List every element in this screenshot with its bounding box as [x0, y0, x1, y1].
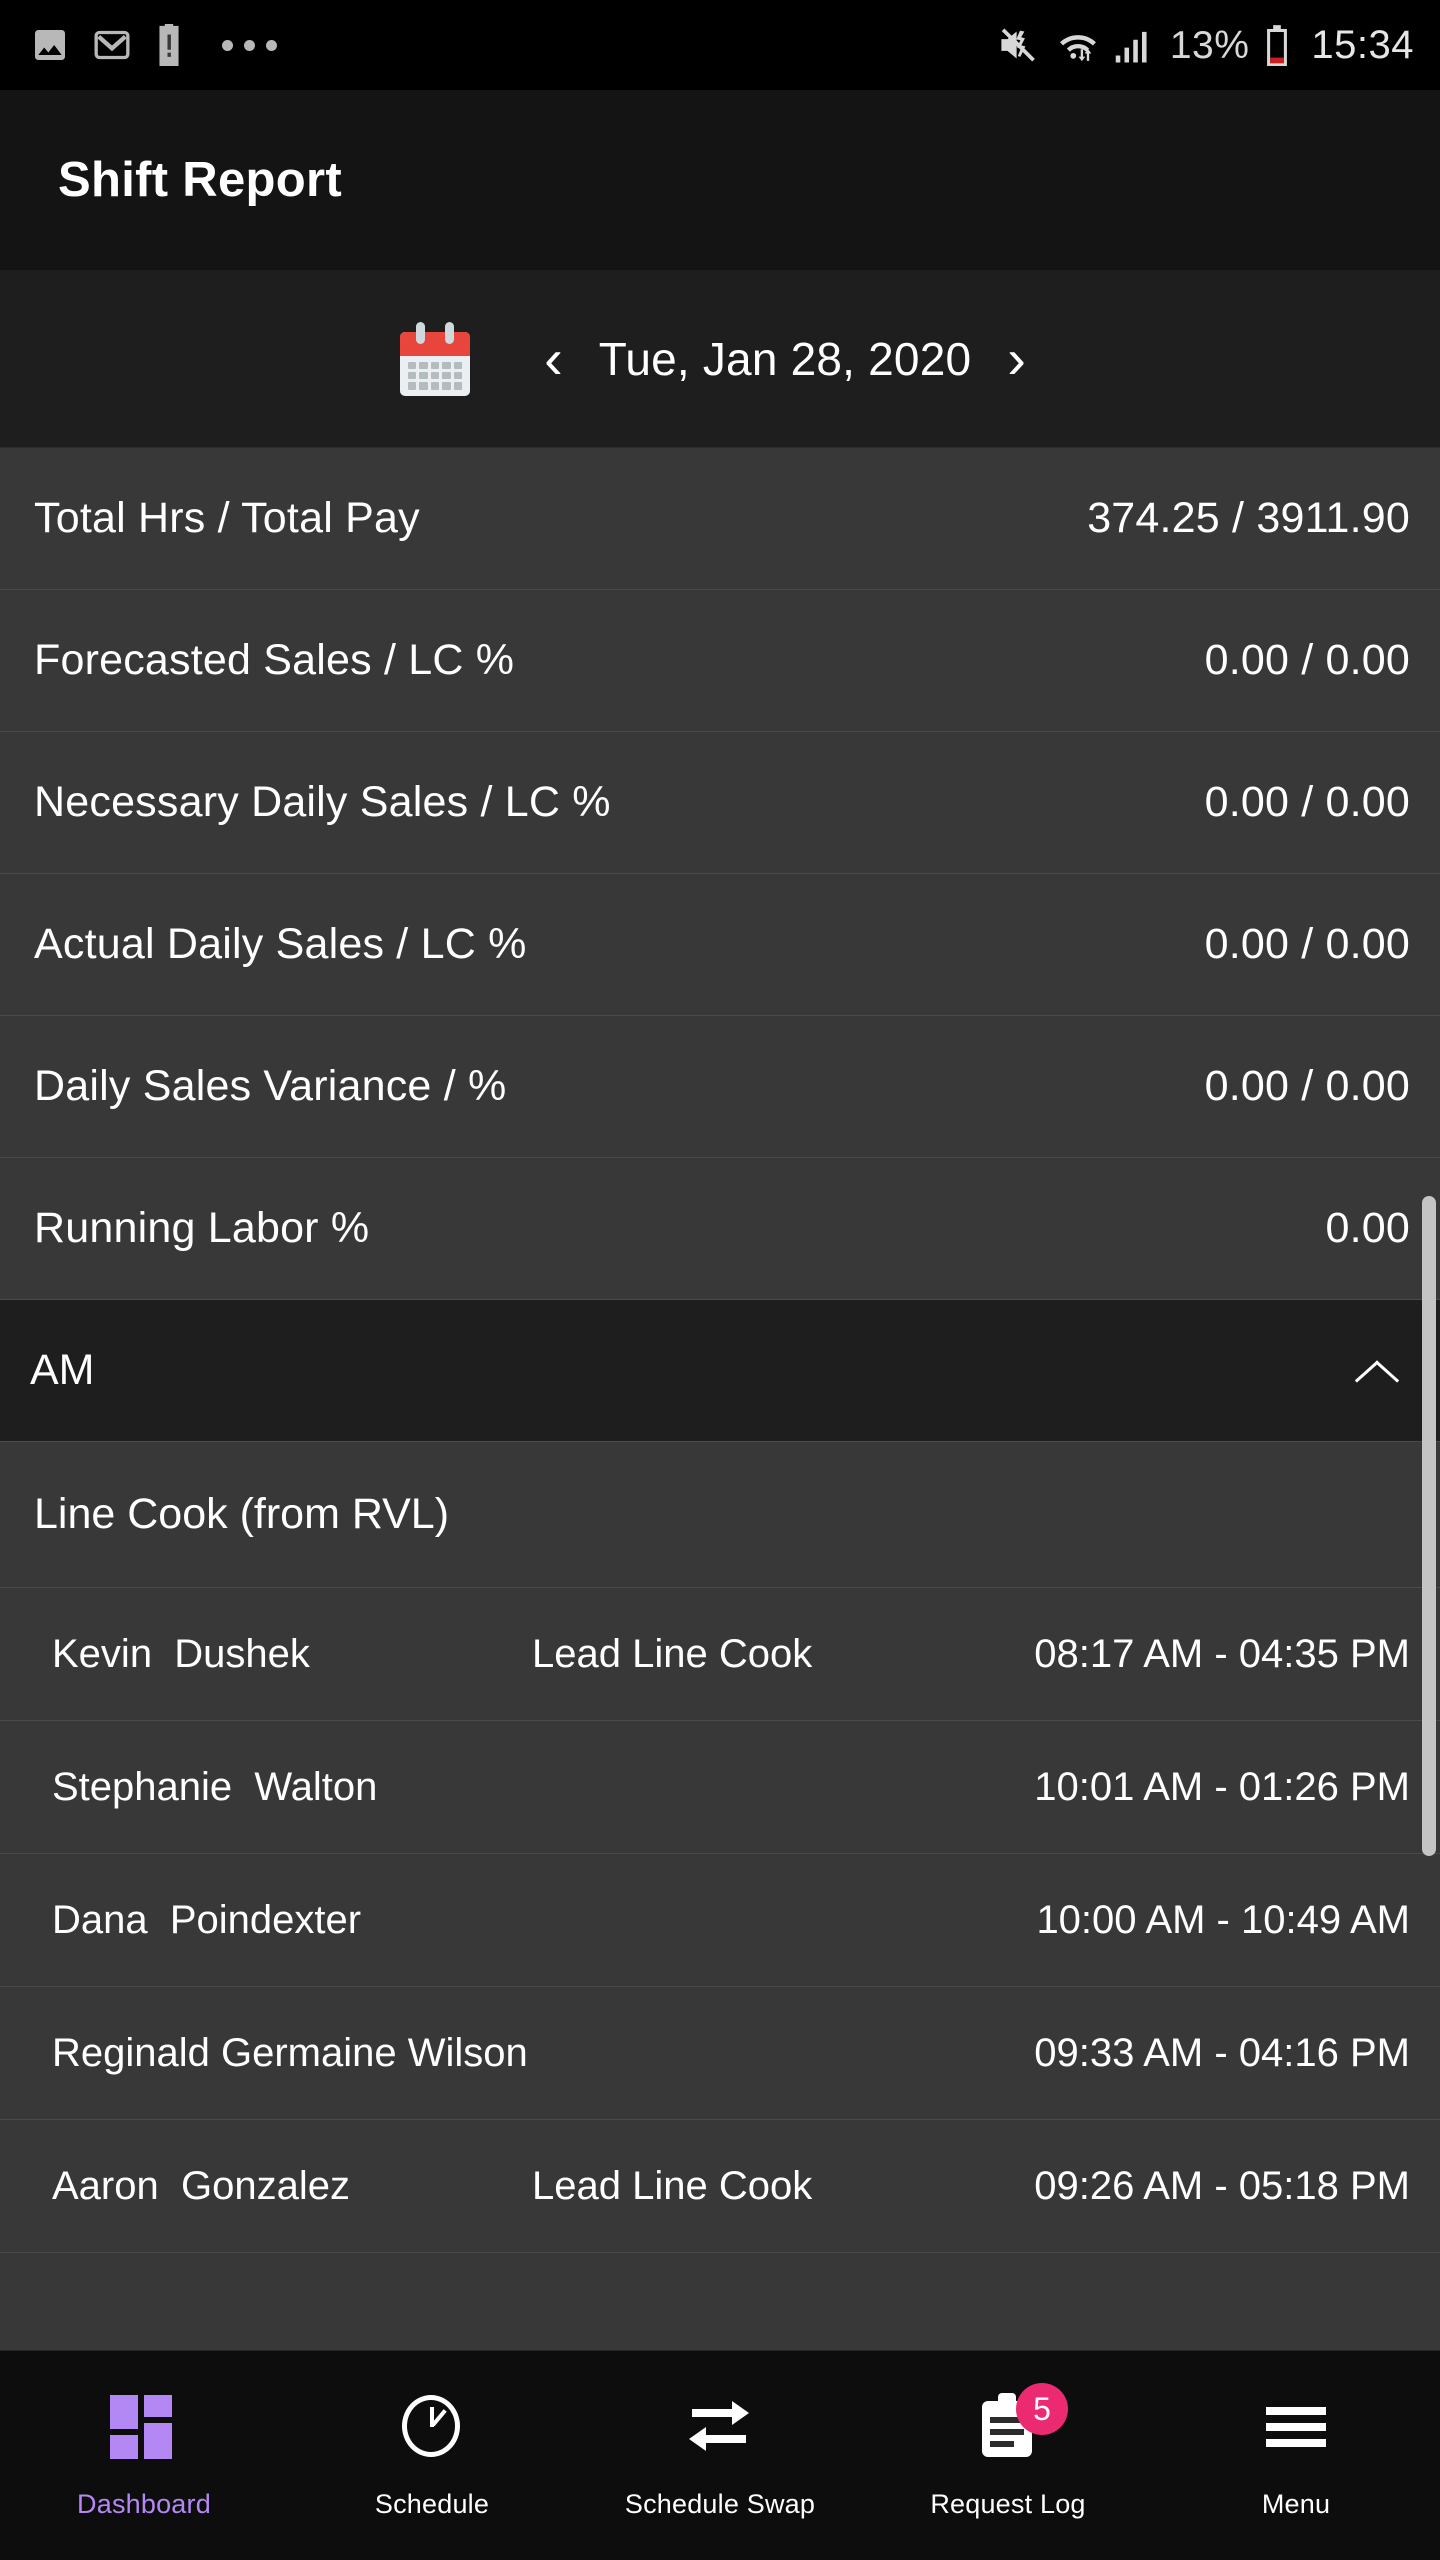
wifi-icon [1059, 35, 1096, 62]
photo-icon [35, 30, 65, 60]
stat-label: Necessary Daily Sales / LC % [34, 778, 611, 826]
nav-item-request-log[interactable]: 5 Request Log [864, 2351, 1152, 2560]
stat-row-daily-sales-variance: Daily Sales Variance / % 0.00 / 0.00 [0, 1016, 1440, 1158]
battery-icon [1267, 25, 1288, 66]
nav-label: Menu [1261, 2489, 1331, 2519]
bottom-navigation-bar: Dashboard Schedule Schedule Swap 5 Reque… [0, 2350, 1440, 2560]
table-row[interactable]: Dana Poindexter 10:00 AM - 10:49 AM [0, 1854, 1440, 1987]
nav-item-schedule-swap[interactable]: Schedule Swap [576, 2351, 864, 2560]
employee-shift-list: Kevin Dushek Lead Line Cook 08:17 AM - 0… [0, 1588, 1440, 2253]
app-screen: 13% 15:34 Shift Report ‹ Tue, Jan 28, 20… [0, 0, 1440, 2560]
stat-label: Actual Daily Sales / LC % [34, 920, 527, 968]
clock-icon [396, 2391, 468, 2463]
chevron-up-icon[interactable] [1354, 1350, 1396, 1392]
stat-row-actual-daily-sales: Actual Daily Sales / LC % 0.00 / 0.00 [0, 874, 1440, 1016]
stat-label: Total Hrs / Total Pay [34, 494, 420, 542]
next-day-button[interactable]: › [993, 330, 1040, 387]
shift-section-title: AM [30, 1346, 95, 1394]
previous-day-button[interactable]: ‹ [530, 330, 577, 387]
swap-arrows-icon [684, 2391, 756, 2463]
table-row[interactable]: Reginald Germaine Wilson 09:33 AM - 04:1… [0, 1987, 1440, 2120]
stat-value: 0.00 / 0.00 [1204, 920, 1410, 968]
employee-role: Lead Line Cook [532, 1631, 813, 1676]
stat-row-running-labor: Running Labor % 0.00 [0, 1158, 1440, 1300]
nav-label: Request Log [930, 2489, 1086, 2519]
role-group-title: Line Cook (from RVL) [34, 1490, 450, 1538]
status-bar-right-icons: 13% 15:34 [998, 24, 1414, 66]
stat-row-necessary-daily-sales: Necessary Daily Sales / LC % 0.00 / 0.00 [0, 732, 1440, 874]
nav-item-menu[interactable]: Menu [1152, 2351, 1440, 2560]
stat-value: 0.00 [1325, 1204, 1410, 1252]
stat-label: Daily Sales Variance / % [34, 1062, 507, 1110]
stat-value: 0.00 / 0.00 [1204, 778, 1410, 826]
stat-row-forecasted-sales: Forecasted Sales / LC % 0.00 / 0.00 [0, 590, 1440, 732]
stat-label: Forecasted Sales / LC % [34, 636, 515, 684]
clipboard-icon: 5 [972, 2383, 1068, 2463]
employee-role: Lead Line Cook [532, 2163, 813, 2208]
nav-label: Schedule Swap [624, 2489, 816, 2519]
stat-value: 374.25 / 3911.90 [1087, 494, 1410, 542]
employee-shift-time: 10:00 AM - 10:49 AM [1036, 1897, 1410, 1942]
nav-item-dashboard[interactable]: Dashboard [0, 2351, 288, 2560]
battery-percent-label: 13% [1169, 23, 1250, 67]
overflow-dots-icon [222, 39, 277, 51]
employee-shift-time: 10:01 AM - 01:26 PM [1034, 1764, 1410, 1809]
nav-label: Schedule [374, 2489, 490, 2519]
stat-row-total-hrs-pay: Total Hrs / Total Pay 374.25 / 3911.90 [0, 448, 1440, 590]
employee-name: Stephanie Walton [52, 1764, 378, 1809]
employee-name: Reginald Germaine Wilson [52, 2030, 528, 2075]
dashboard-grid-icon [108, 2391, 180, 2463]
stat-label: Running Labor % [34, 1204, 370, 1252]
employee-name: Kevin Dushek [52, 1631, 310, 1676]
stats-list: Total Hrs / Total Pay 374.25 / 3911.90 F… [0, 448, 1440, 1300]
app-bar: Shift Report [0, 90, 1440, 270]
status-bar-left-icons [30, 24, 277, 66]
vertical-scrollbar[interactable] [1422, 1196, 1436, 1856]
page-title: Shift Report [58, 153, 342, 207]
battery-alert-icon [159, 24, 179, 66]
gmail-icon [94, 30, 130, 60]
table-row[interactable]: Aaron Gonzalez Lead Line Cook 09:26 AM -… [0, 2120, 1440, 2253]
stat-value: 0.00 / 0.00 [1204, 636, 1410, 684]
shift-section-header-am[interactable]: AM [0, 1300, 1440, 1442]
employee-shift-time: 09:33 AM - 04:16 PM [1034, 2030, 1410, 2075]
hamburger-menu-icon [1260, 2391, 1332, 2463]
table-row[interactable]: Kevin Dushek Lead Line Cook 08:17 AM - 0… [0, 1588, 1440, 1721]
status-bar: 13% 15:34 [0, 0, 1440, 90]
selected-date-label[interactable]: Tue, Jan 28, 2020 [577, 332, 994, 386]
employee-shift-time: 08:17 AM - 04:35 PM [1034, 1631, 1410, 1676]
stat-value: 0.00 / 0.00 [1204, 1062, 1410, 1110]
calendar-icon[interactable] [400, 321, 471, 396]
clock-label: 15:34 [1311, 23, 1414, 67]
role-group-header: Line Cook (from RVL) [0, 1442, 1440, 1588]
nav-item-schedule[interactable]: Schedule [288, 2351, 576, 2560]
status-badge: 5 [1016, 2383, 1068, 2435]
employee-name: Dana Poindexter [52, 1897, 362, 1942]
employee-name: Aaron Gonzalez [52, 2163, 350, 2208]
table-row[interactable]: Stephanie Walton 10:01 AM - 01:26 PM [0, 1721, 1440, 1854]
employee-shift-time: 09:26 AM - 05:18 PM [1034, 2163, 1410, 2208]
nav-label: Dashboard [77, 2489, 211, 2519]
mute-icon [1001, 28, 1035, 62]
signal-icon [1115, 31, 1147, 63]
date-navigation-bar: ‹ Tue, Jan 28, 2020 › [0, 270, 1440, 448]
